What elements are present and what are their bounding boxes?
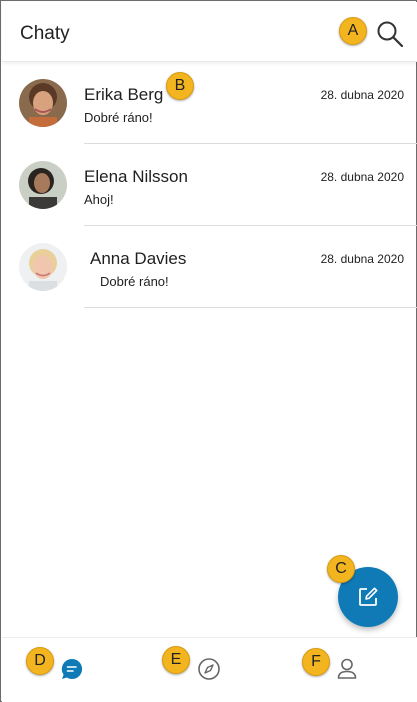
chat-row[interactable]: Elena Nilsson 28. dubna 2020 Ahoj! <box>2 145 417 227</box>
callout-marker: D <box>26 647 54 675</box>
chat-row[interactable]: Erika Berg 28. dubna 2020 Dobré ráno! <box>2 63 417 145</box>
contact-name: Erika Berg <box>84 85 164 104</box>
chat-row[interactable]: Anna Davies 28. dubna 2020 Dobré ráno! <box>2 227 417 309</box>
person-icon <box>337 658 357 679</box>
message-preview: Dobré ráno! <box>84 110 153 125</box>
contact-name: Anna Davies <box>90 249 187 268</box>
page-title: Chaty <box>20 23 70 44</box>
message-date: 28. dubna 2020 <box>320 170 404 184</box>
message-preview: Ahoj! <box>84 192 114 207</box>
avatar <box>19 243 67 291</box>
contact-name: Elena Nilsson <box>84 167 188 186</box>
chat-bubble-icon <box>61 658 83 679</box>
callout-marker: B <box>166 72 194 100</box>
callout-marker: F <box>302 648 330 676</box>
message-date: 28. dubna 2020 <box>320 252 404 266</box>
compass-icon <box>198 658 220 680</box>
nav-discover[interactable] <box>196 656 222 682</box>
row-divider <box>84 143 417 144</box>
message-date: 28. dubna 2020 <box>320 88 404 102</box>
callout-marker: E <box>162 646 190 674</box>
row-divider <box>84 307 417 308</box>
compose-icon <box>359 587 378 606</box>
bottom-nav <box>2 637 417 702</box>
row-divider <box>84 225 417 226</box>
nav-profile[interactable] <box>334 656 360 682</box>
search-icon <box>377 21 404 48</box>
search-button[interactable] <box>375 19 405 49</box>
callout-marker: A <box>339 17 367 45</box>
avatar <box>19 161 67 209</box>
nav-chats[interactable] <box>59 656 85 682</box>
app-frame: Chaty Erika Berg 28. dubna 2020 Dobré rá… <box>0 0 417 702</box>
callout-marker: C <box>327 555 355 583</box>
message-preview: Dobré ráno! <box>100 274 169 289</box>
avatar <box>19 79 67 127</box>
